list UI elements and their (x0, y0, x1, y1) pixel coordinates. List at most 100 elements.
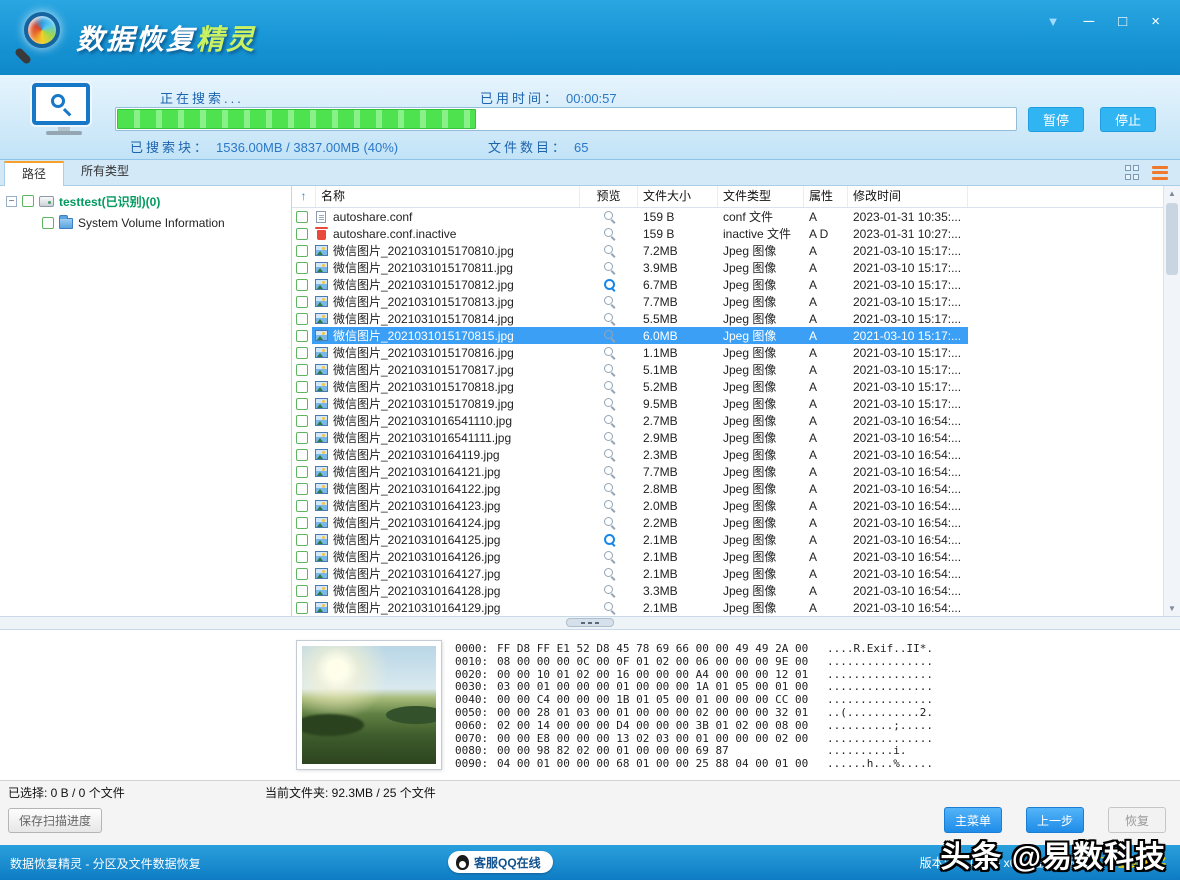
table-row[interactable]: 微信图片_2021031015170818.jpg5.2MBJpeg 图像A20… (292, 378, 1163, 395)
row-checkbox[interactable] (296, 296, 308, 308)
row-checkbox[interactable] (296, 568, 308, 580)
preview-magnifier-icon[interactable] (603, 363, 616, 376)
preview-magnifier-icon[interactable] (603, 482, 616, 495)
row-checkbox[interactable] (296, 364, 308, 376)
main-menu-button[interactable]: 主菜单 (944, 807, 1002, 833)
preview-magnifier-icon[interactable] (603, 312, 616, 325)
row-checkbox[interactable] (296, 551, 308, 563)
preview-magnifier-icon[interactable] (603, 380, 616, 393)
row-checkbox[interactable] (296, 483, 308, 495)
preview-magnifier-icon[interactable] (603, 431, 616, 444)
table-row[interactable]: 微信图片_2021031015170817.jpg5.1MBJpeg 图像A20… (292, 361, 1163, 378)
preview-magnifier-icon[interactable] (603, 584, 616, 597)
splitter-handle[interactable] (566, 618, 614, 627)
table-row[interactable]: 微信图片_20210310164127.jpg2.1MBJpeg 图像A2021… (292, 565, 1163, 582)
maximize-button[interactable]: □ (1118, 12, 1127, 32)
row-checkbox[interactable] (296, 211, 308, 223)
table-row[interactable]: 微信图片_2021031016541110.jpg2.7MBJpeg 图像A20… (292, 412, 1163, 429)
preview-magnifier-icon[interactable] (603, 567, 616, 580)
preview-magnifier-icon[interactable] (603, 499, 616, 512)
preview-magnifier-icon[interactable] (603, 261, 616, 274)
table-row[interactable]: 微信图片_20210310164129.jpg2.1MBJpeg 图像A2021… (292, 599, 1163, 616)
column-header-size[interactable]: 文件大小 (638, 186, 718, 207)
preview-magnifier-icon[interactable] (603, 295, 616, 308)
table-row[interactable]: 微信图片_2021031015170810.jpg7.2MBJpeg 图像A20… (292, 242, 1163, 259)
table-row[interactable]: 微信图片_20210310164122.jpg2.8MBJpeg 图像A2021… (292, 480, 1163, 497)
collapse-icon[interactable]: − (6, 196, 17, 207)
scrollbar-thumb[interactable] (1166, 203, 1178, 275)
table-row[interactable]: 微信图片_2021031015170813.jpg7.7MBJpeg 图像A20… (292, 293, 1163, 310)
row-checkbox[interactable] (296, 500, 308, 512)
recover-button[interactable]: 恢复 (1108, 807, 1166, 833)
prev-step-button[interactable]: 上一步 (1026, 807, 1084, 833)
preview-magnifier-icon[interactable] (603, 397, 616, 410)
list-view-icon[interactable] (1152, 165, 1170, 181)
table-row[interactable]: autoshare.conf159 Bconf 文件A2023-01-31 10… (292, 208, 1163, 225)
preview-magnifier-icon[interactable] (603, 448, 616, 461)
table-row[interactable]: 微信图片_2021031016541111.jpg2.9MBJpeg 图像A20… (292, 429, 1163, 446)
tab-path[interactable]: 路径 (4, 161, 64, 186)
table-row[interactable]: 微信图片_20210310164119.jpg2.3MBJpeg 图像A2021… (292, 446, 1163, 463)
tree-checkbox[interactable] (42, 217, 54, 229)
pause-button[interactable]: 暂停 (1028, 107, 1084, 132)
table-row[interactable]: 微信图片_20210310164125.jpg2.1MBJpeg 图像A2021… (292, 531, 1163, 548)
row-checkbox[interactable] (296, 415, 308, 427)
save-progress-button[interactable]: 保存扫描进度 (8, 808, 102, 833)
row-checkbox[interactable] (296, 398, 308, 410)
preview-magnifier-icon[interactable] (603, 414, 616, 427)
row-checkbox[interactable] (296, 585, 308, 597)
preview-magnifier-icon[interactable] (603, 227, 616, 240)
tree-item-system-volume[interactable]: System Volume Information (0, 212, 291, 234)
tree-checkbox[interactable] (22, 195, 34, 207)
close-button[interactable]: × (1151, 12, 1160, 32)
column-header-attr[interactable]: 属性 (804, 186, 848, 207)
table-row[interactable]: 微信图片_2021031015170815.jpg6.0MBJpeg 图像A20… (292, 327, 1163, 344)
table-row[interactable]: 微信图片_2021031015170811.jpg3.9MBJpeg 图像A20… (292, 259, 1163, 276)
preview-magnifier-icon[interactable] (603, 278, 616, 291)
preview-magnifier-icon[interactable] (603, 601, 616, 614)
row-checkbox[interactable] (296, 466, 308, 478)
row-checkbox[interactable] (296, 381, 308, 393)
minimize-button[interactable]: ─ (1084, 12, 1095, 32)
table-row[interactable]: 微信图片_20210310164128.jpg3.3MBJpeg 图像A2021… (292, 582, 1163, 599)
table-row[interactable]: 微信图片_20210310164124.jpg2.2MBJpeg 图像A2021… (292, 514, 1163, 531)
table-row[interactable]: autoshare.conf.inactive159 Binactive 文件A… (292, 225, 1163, 242)
column-header-type[interactable]: 文件类型 (718, 186, 804, 207)
tree-item-root[interactable]: − testtest(已识别)(0) (0, 190, 291, 212)
grid-view-icon[interactable] (1125, 165, 1142, 181)
scroll-down-icon[interactable]: ▼ (1164, 601, 1180, 616)
row-checkbox[interactable] (296, 330, 308, 342)
column-header-modified[interactable]: 修改时间 (848, 186, 968, 207)
preview-magnifier-icon[interactable] (603, 516, 616, 529)
row-checkbox[interactable] (296, 262, 308, 274)
vertical-scrollbar[interactable]: ▲ ▼ (1163, 186, 1180, 616)
scroll-up-icon[interactable]: ▲ (1164, 186, 1180, 201)
dropdown-menu-icon[interactable]: ▼ (1047, 12, 1060, 32)
row-checkbox[interactable] (296, 347, 308, 359)
preview-magnifier-icon[interactable] (603, 210, 616, 223)
preview-magnifier-icon[interactable] (603, 346, 616, 359)
up-directory-icon[interactable]: ↑ (292, 186, 316, 207)
row-checkbox[interactable] (296, 517, 308, 529)
row-checkbox[interactable] (296, 313, 308, 325)
preview-magnifier-icon[interactable] (603, 550, 616, 563)
row-checkbox[interactable] (296, 279, 308, 291)
table-row[interactable]: 微信图片_2021031015170814.jpg5.5MBJpeg 图像A20… (292, 310, 1163, 327)
column-header-name[interactable]: 名称 (316, 186, 580, 207)
row-checkbox[interactable] (296, 245, 308, 257)
table-row[interactable]: 微信图片_20210310164121.jpg7.7MBJpeg 图像A2021… (292, 463, 1163, 480)
column-header-preview[interactable]: 预览 (580, 186, 638, 207)
table-row[interactable]: 微信图片_20210310164123.jpg2.0MBJpeg 图像A2021… (292, 497, 1163, 514)
row-checkbox[interactable] (296, 432, 308, 444)
row-checkbox[interactable] (296, 228, 308, 240)
preview-magnifier-icon[interactable] (603, 244, 616, 257)
preview-magnifier-icon[interactable] (603, 465, 616, 478)
qq-support-button[interactable]: 客服QQ在线 (448, 851, 553, 873)
row-checkbox[interactable] (296, 602, 308, 614)
table-row[interactable]: 微信图片_20210310164126.jpg2.1MBJpeg 图像A2021… (292, 548, 1163, 565)
tab-all-types[interactable]: 所有类型 (64, 160, 146, 185)
stop-button[interactable]: 停止 (1100, 107, 1156, 132)
table-row[interactable]: 微信图片_2021031015170812.jpg6.7MBJpeg 图像A20… (292, 276, 1163, 293)
preview-magnifier-icon[interactable] (603, 533, 616, 546)
row-checkbox[interactable] (296, 534, 308, 546)
